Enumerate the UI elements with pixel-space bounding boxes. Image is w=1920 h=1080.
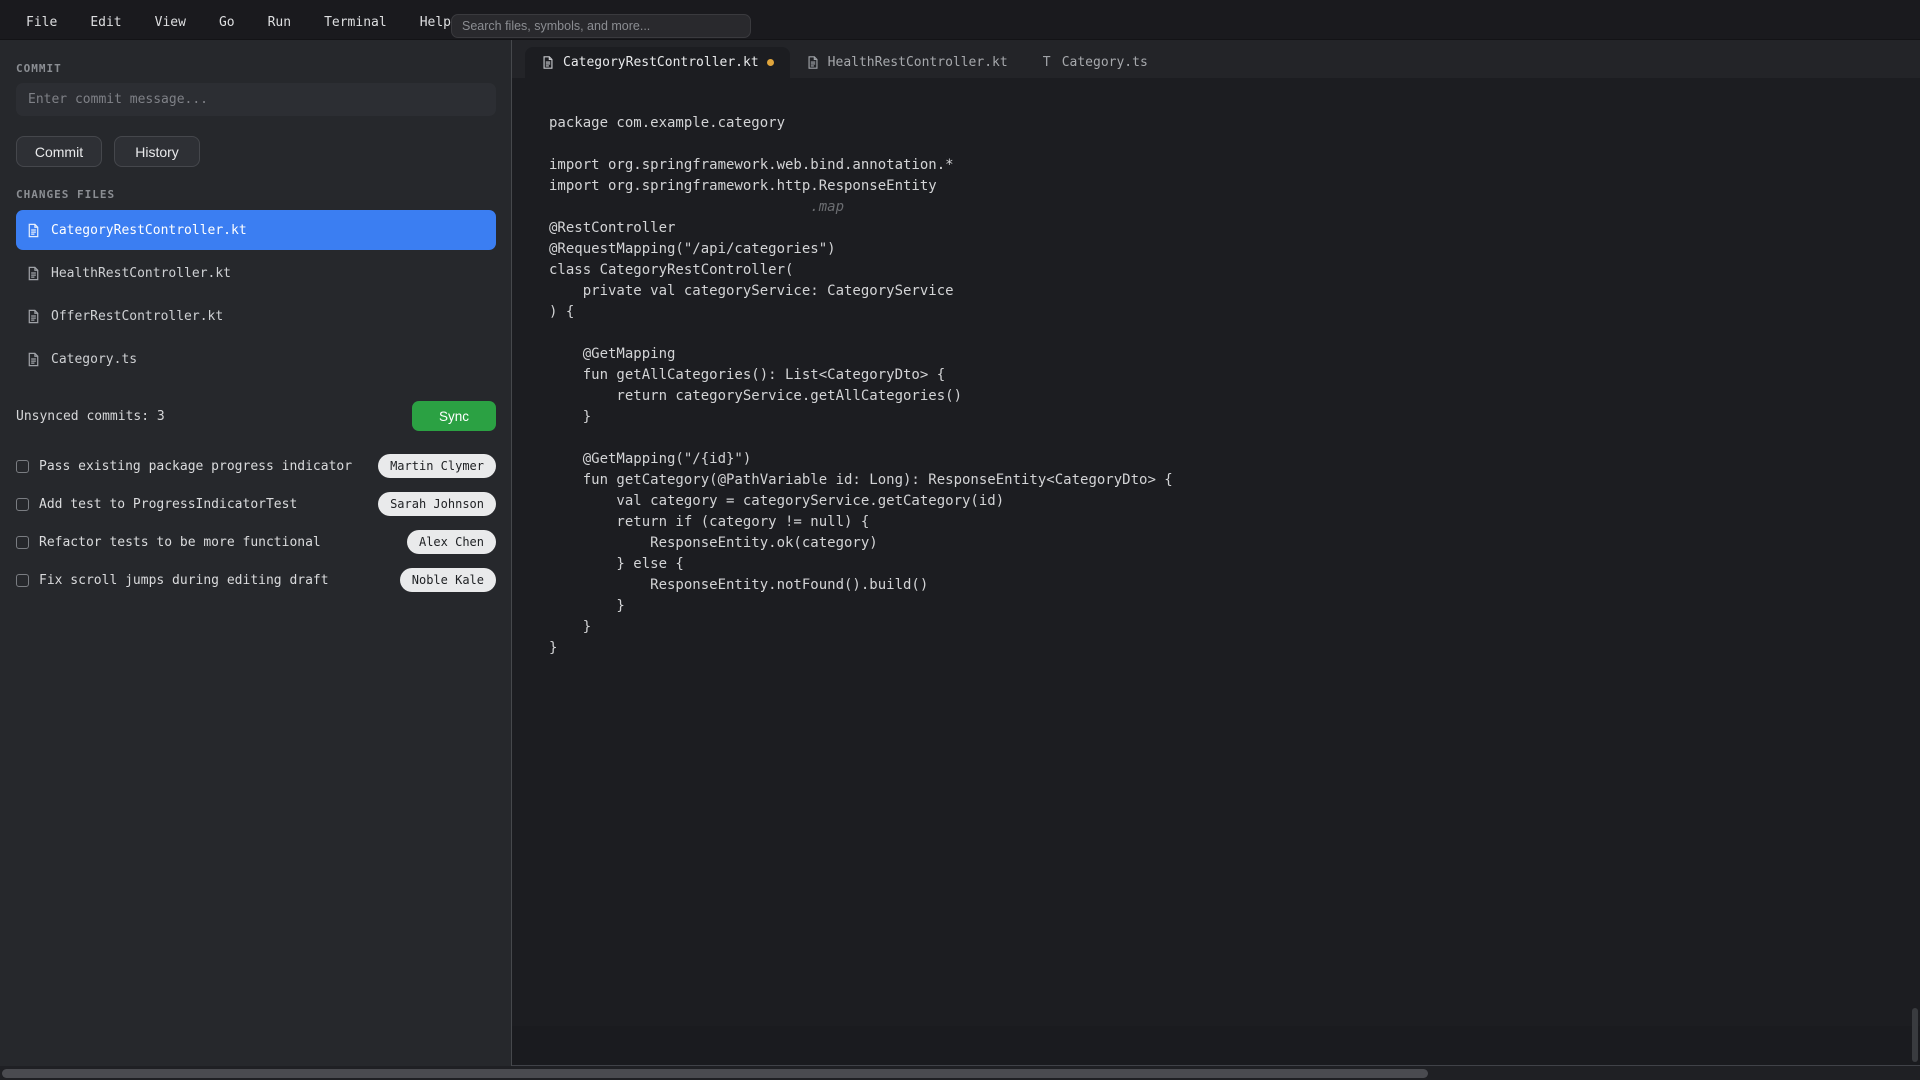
global-search — [451, 14, 751, 38]
menu-go[interactable]: Go — [219, 15, 235, 30]
code-line: } — [549, 598, 625, 614]
horizontal-scrollbar-thumb[interactable] — [2, 1069, 1428, 1078]
code-line: ) { — [549, 304, 575, 320]
task-list: Pass existing package progress indicator… — [16, 454, 496, 592]
editor-tab-bar: CategoryRestController.kt HealthRestContr… — [512, 40, 1920, 78]
menu-file[interactable]: File — [26, 15, 57, 30]
assignee-pill: Sarah Johnson — [378, 492, 496, 516]
commit-message-input[interactable] — [16, 83, 496, 116]
unsynced-commits-status: Unsynced commits: 3 — [16, 408, 165, 424]
code-line: @RequestMapping("/api/categories") — [549, 241, 836, 257]
commit-button[interactable]: Commit — [16, 136, 102, 167]
assignee-pill: Martin Clymer — [378, 454, 496, 478]
code-line: } — [549, 619, 592, 635]
typescript-icon: T — [1042, 55, 1051, 70]
menu-bar: File Edit View Go Run Terminal Help — [0, 0, 1920, 40]
menu-items: File Edit View Go Run Terminal Help — [0, 9, 451, 30]
menu-run[interactable]: Run — [268, 15, 291, 30]
sync-row: Unsynced commits: 3 Sync — [16, 401, 496, 431]
file-icon — [26, 309, 41, 324]
search-input[interactable] — [452, 15, 750, 37]
menu-view[interactable]: View — [155, 15, 186, 30]
task-row: Refactor tests to be more functional Alex… — [16, 530, 496, 554]
commit-actions: Commit History — [16, 136, 495, 167]
task-label: Add test to ProgressIndicatorTest — [39, 496, 298, 512]
task-row: Pass existing package progress indicator… — [16, 454, 496, 478]
file-icon — [541, 56, 555, 70]
task-label: Fix scroll jumps during editing draft — [39, 572, 329, 588]
code-line: import org.springframework.web.bind.anno… — [549, 157, 954, 173]
menu-terminal[interactable]: Terminal — [324, 15, 387, 30]
file-name: HealthRestController.kt — [51, 265, 232, 281]
menu-edit[interactable]: Edit — [90, 15, 121, 30]
code-line: ResponseEntity.notFound().build() — [549, 577, 929, 593]
file-name: OfferRestController.kt — [51, 308, 224, 324]
ghost-suggestion: .map — [549, 199, 845, 215]
assignee-pill: Noble Kale — [399, 568, 496, 592]
task-checkbox[interactable] — [16, 535, 29, 549]
changed-files-list: CategoryRestController.kt HealthRestContr… — [16, 210, 496, 379]
file-row[interactable]: HealthRestController.kt — [16, 253, 496, 293]
history-button[interactable]: History — [114, 136, 200, 167]
code-line: } — [549, 640, 558, 656]
task-row: Fix scroll jumps during editing draft Nob… — [16, 568, 496, 592]
file-name: CategoryRestController.kt — [51, 222, 247, 238]
code-line: @GetMapping — [549, 346, 676, 362]
code-line: class CategoryRestController( — [549, 262, 794, 278]
task-label: Pass existing package progress indicator — [39, 458, 353, 474]
code-line: package com.example.category — [549, 115, 786, 131]
editor-footer — [512, 1026, 1920, 1066]
code-line: ResponseEntity.ok(category) — [549, 535, 878, 551]
editor-tab[interactable]: T Category.ts — [1024, 47, 1164, 78]
tab-label: Category.ts — [1061, 55, 1148, 70]
task-checkbox[interactable] — [16, 573, 29, 587]
editor-pane: CategoryRestController.kt HealthRestContr… — [512, 40, 1920, 1066]
code-line: return if (category != null) { — [549, 514, 870, 530]
file-name: Category.ts — [51, 351, 138, 367]
file-row[interactable]: CategoryRestController.kt — [16, 210, 496, 250]
commit-section-title: COMMIT — [16, 62, 62, 75]
code-line: val category = categoryService.getCatego… — [549, 493, 1005, 509]
editor-tab[interactable]: HealthRestController.kt — [790, 47, 1024, 78]
task-checkbox[interactable] — [16, 497, 29, 511]
modified-indicator-dot — [766, 59, 774, 66]
file-icon — [806, 56, 820, 70]
horizontal-scrollbar — [0, 1066, 1920, 1080]
file-row[interactable]: Category.ts — [16, 339, 496, 379]
code-line: } else { — [549, 556, 684, 572]
task-label: Refactor tests to be more functional — [39, 534, 321, 550]
commit-sidebar: COMMIT Commit History CHANGES FILES Cate… — [0, 40, 512, 1066]
tab-label: HealthRestController.kt — [827, 55, 1008, 70]
code-line: private val categoryService: CategorySer… — [549, 283, 954, 299]
task-checkbox[interactable] — [16, 459, 29, 473]
code-line: @GetMapping("/{id}") — [549, 451, 752, 467]
code-line: fun getAllCategories(): List<CategoryDto… — [549, 367, 946, 383]
tab-label: CategoryRestController.kt — [563, 55, 759, 70]
sync-button[interactable]: Sync — [412, 401, 496, 431]
code-line: return categoryService.getAllCategories(… — [549, 388, 963, 404]
task-row: Add test to ProgressIndicatorTest Sarah J… — [16, 492, 496, 516]
vertical-scrollbar-thumb[interactable] — [1912, 1008, 1918, 1062]
main-split: COMMIT Commit History CHANGES FILES Cate… — [0, 40, 1920, 1066]
menu-help[interactable]: Help — [420, 15, 451, 30]
file-row[interactable]: OfferRestController.kt — [16, 296, 496, 336]
file-icon — [26, 266, 41, 281]
assignee-pill: Alex Chen — [406, 530, 496, 554]
code-line: .map — [549, 197, 1920, 218]
code-line: } — [549, 409, 592, 425]
code-line: import org.springframework.http.Response… — [549, 178, 937, 194]
editor-tab[interactable]: CategoryRestController.kt — [525, 47, 790, 78]
code-line: @RestController — [549, 220, 676, 236]
code-line: fun getCategory(@PathVariable id: Long):… — [549, 472, 1173, 488]
code-editor[interactable]: package com.example.category import org.s… — [512, 78, 1920, 1026]
changes-section-title: CHANGES FILES — [16, 188, 116, 201]
file-icon — [26, 352, 41, 367]
file-icon — [26, 223, 41, 238]
